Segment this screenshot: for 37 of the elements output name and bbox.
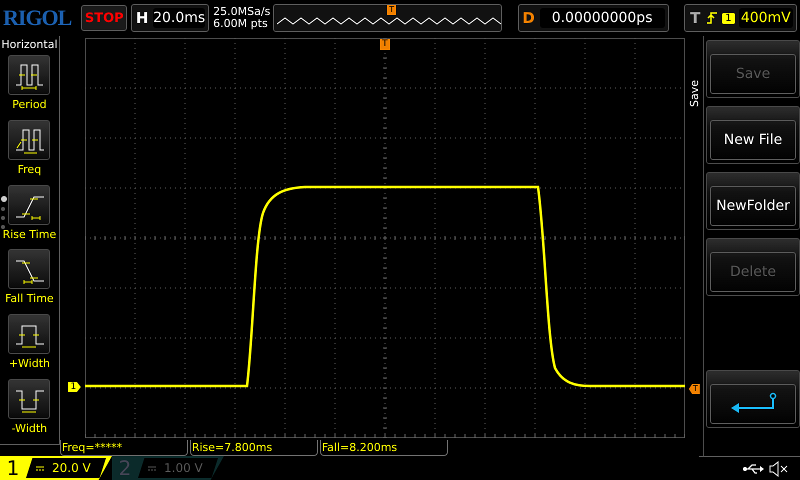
softkey-button[interactable]: New File [706,106,800,164]
timebase-display[interactable]: H 20.0ms [131,4,210,32]
measure-button[interactable] [8,55,50,95]
usb-icon [742,462,764,474]
trigger-display[interactable]: T 1 400mV [684,4,798,32]
sample-rate: 25.0MSa/s [213,6,270,18]
dc-coupling-icon [36,466,44,470]
measure-label: +Width [8,357,50,370]
measure-label: -Width [12,422,48,436]
memory-depth: 6.00M pts [213,18,269,30]
back-button[interactable] [706,370,800,428]
trigger-position-marker: T [380,39,390,50]
measure-button[interactable] [8,379,50,420]
channel-marker: 1 [68,382,81,392]
measure-button[interactable] [8,314,50,354]
trigger-source: 1 [722,12,735,24]
measure-button[interactable] [8,184,50,225]
measure-label: Period [12,98,47,111]
run-state-button[interactable]: STOP [81,5,128,31]
trigger-position-marker: T [387,5,396,15]
channel-tab[interactable]: 1 20.0 V [0,456,112,480]
softkey-button[interactable]: NewFolder [706,172,800,230]
menu-title: Save [688,78,702,108]
brand-logo: RIGOL [2,5,72,31]
return-arrow-icon [729,392,777,416]
measure-button[interactable] [8,120,50,160]
delay-display[interactable]: D 0.00000000ps [518,4,669,32]
muted-speaker-icon [768,460,788,476]
measure-label: Freq [18,162,42,176]
trigger-level-marker: T [688,384,700,394]
dc-coupling-icon [148,466,156,470]
rising-edge-icon [706,11,718,25]
measure-label: Fall Time [5,292,54,306]
measurement-readout: Fall=8.200ms [320,440,448,456]
menu-title: Horizontal [1,37,58,53]
measure-label: Rise Time [2,228,56,241]
measure-button[interactable] [8,249,50,290]
